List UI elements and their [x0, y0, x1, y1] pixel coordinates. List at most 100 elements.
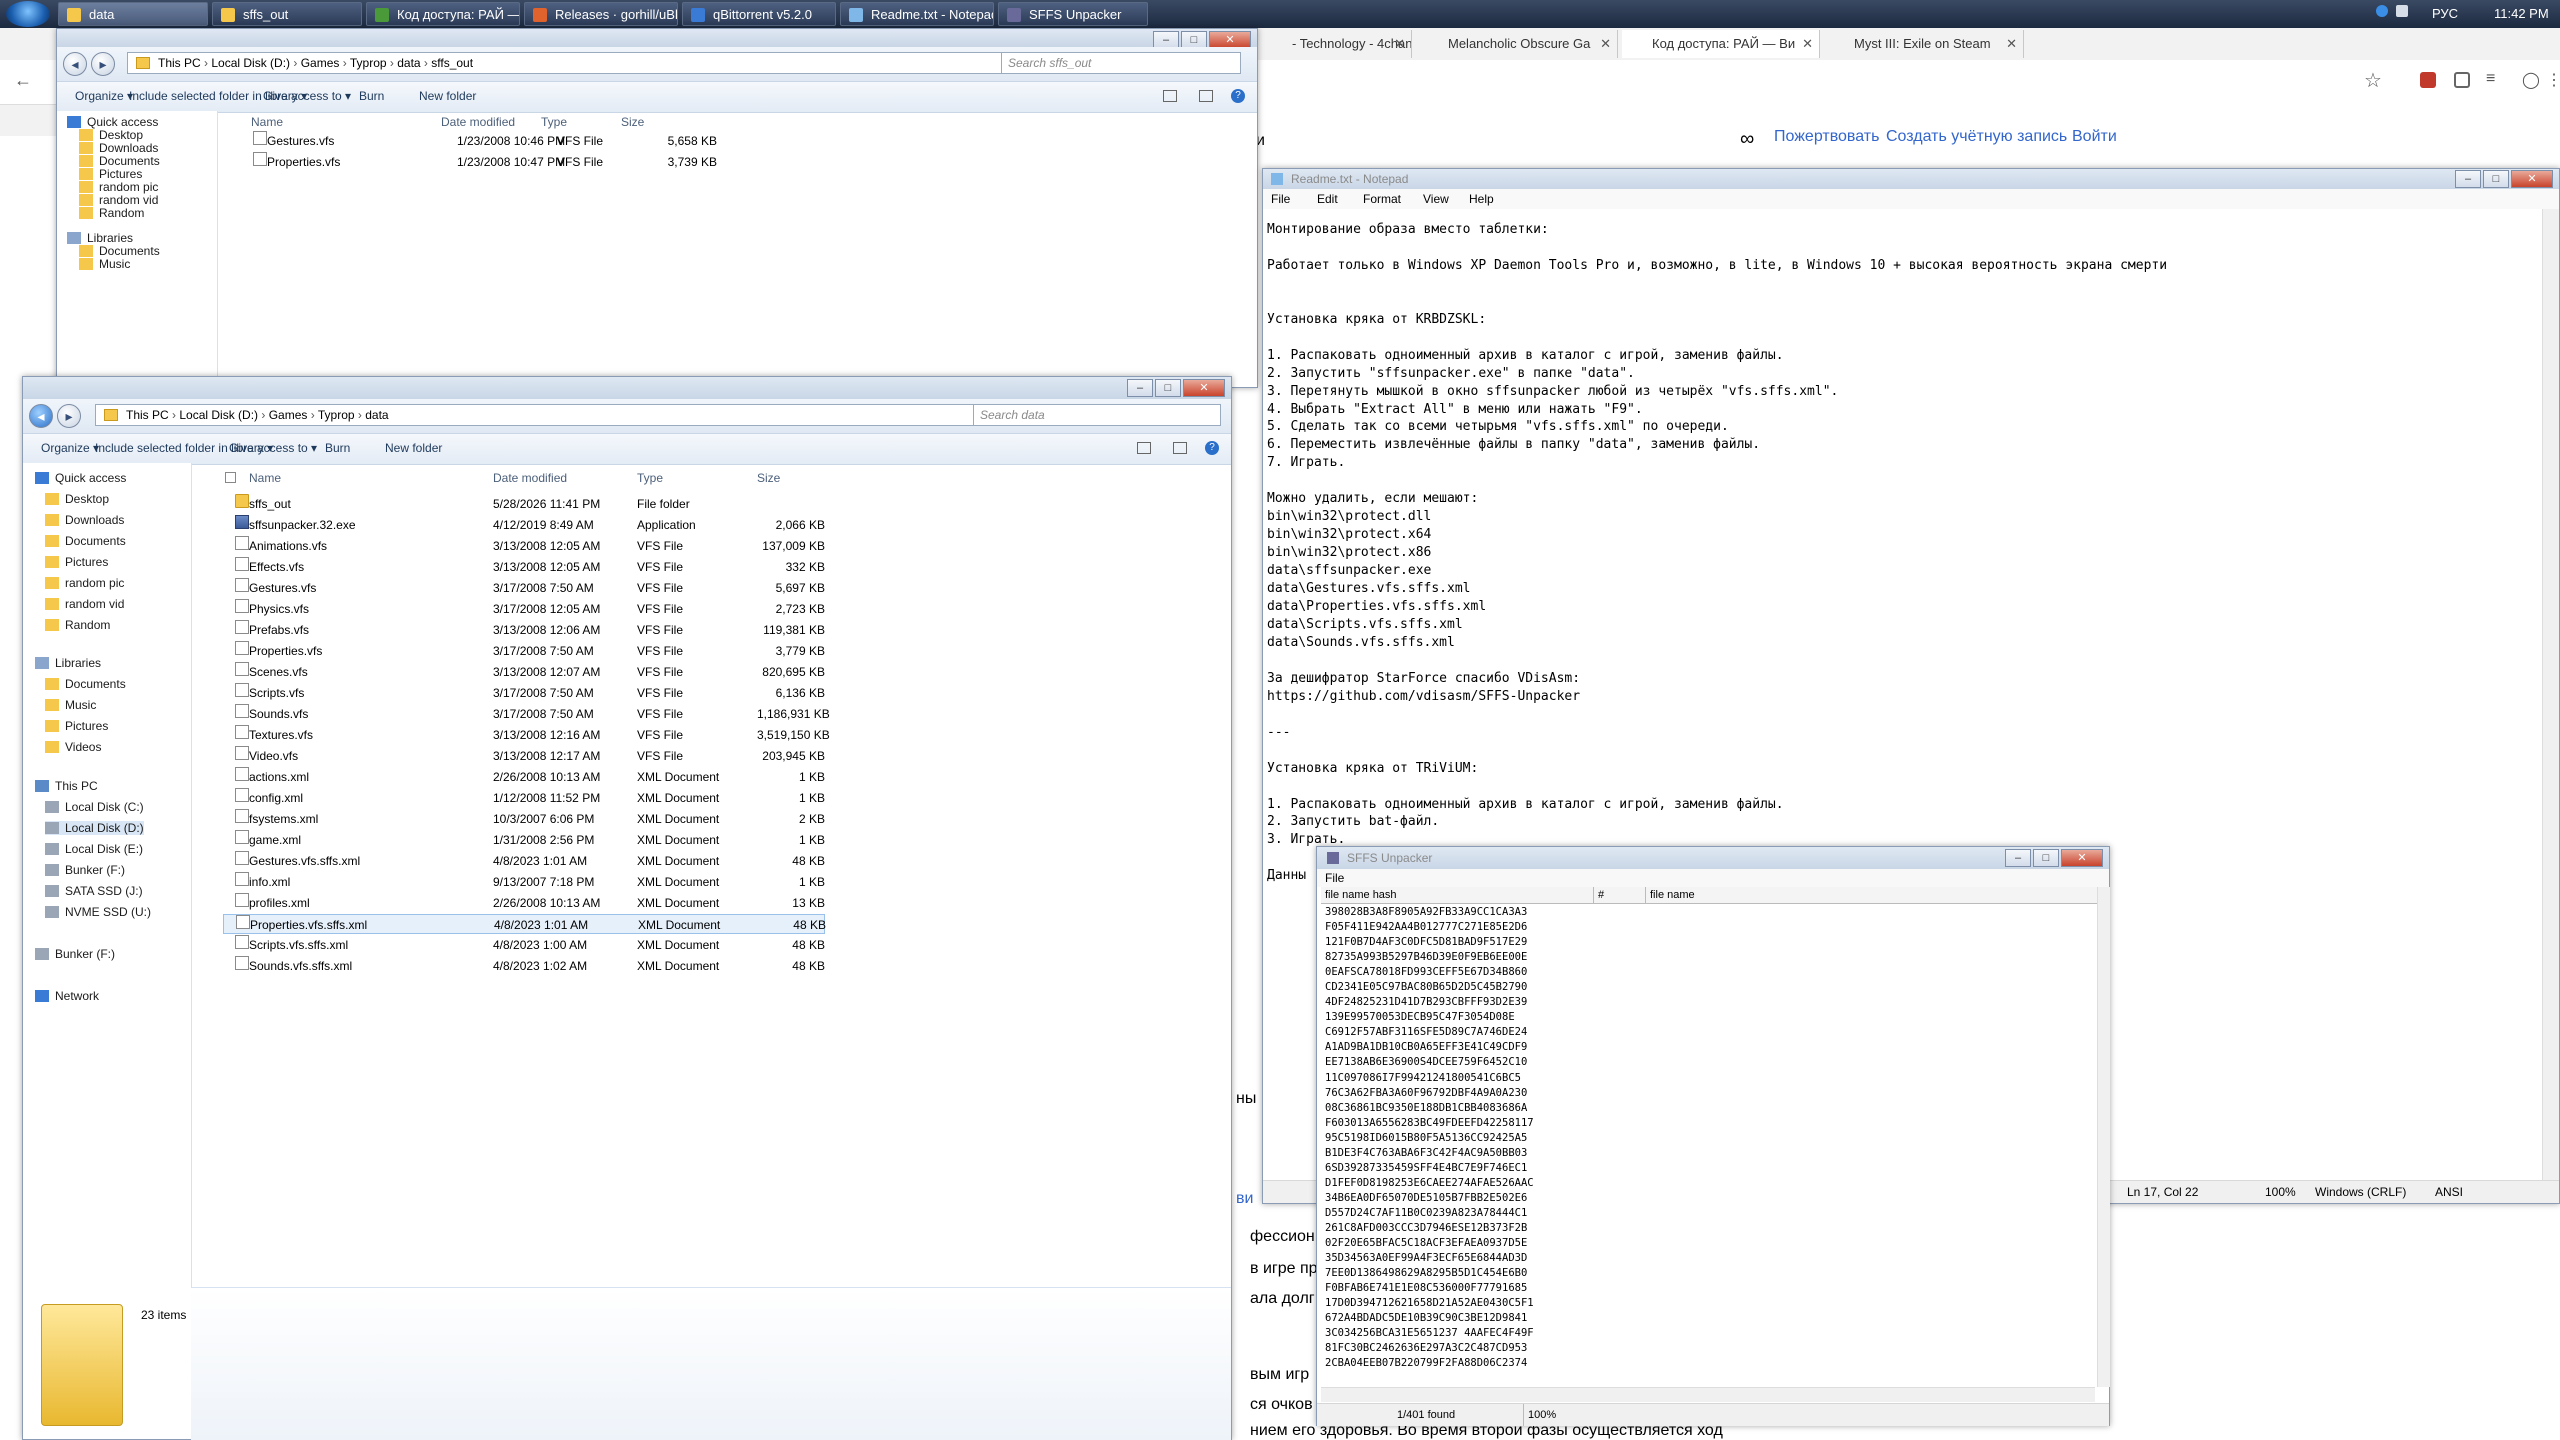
file-row[interactable]: Gestures.vfs 3/17/2008 7:50 AM VFS File 5,6… — [223, 578, 825, 598]
file-row[interactable]: Animations.vfs 3/13/2008 12:05 AM VFS File… — [223, 536, 825, 556]
column-header-file-name[interactable]: file name — [1645, 887, 1695, 903]
nav-item-bunker-f-[interactable]: Bunker (F:) — [45, 863, 125, 877]
file-row[interactable]: info.xml 9/13/2007 7:18 PM XML Document 1 K… — [223, 872, 825, 892]
column-header-date-modified[interactable]: Date modified — [441, 115, 515, 129]
breadcrumb-item[interactable]: This PC — [158, 56, 201, 70]
breadcrumb-item[interactable]: This PC — [126, 408, 169, 422]
search-input[interactable]: Search data — [973, 404, 1221, 426]
nav-item-quick-access[interactable]: Quick access — [35, 471, 126, 485]
file-row[interactable]: Physics.vfs 3/17/2008 12:05 AM VFS File 2,7… — [223, 599, 825, 619]
close-button[interactable]: ✕ — [2061, 849, 2103, 867]
file-row[interactable]: Video.vfs 3/13/2008 12:17 AM VFS File 203,9… — [223, 746, 825, 766]
nav-item-pictures[interactable]: Pictures — [79, 167, 142, 181]
nav-item-local-disk-e-[interactable]: Local Disk (E:) — [45, 842, 143, 856]
breadcrumb-item[interactable]: Games — [301, 56, 340, 70]
hash-row[interactable]: 35D34563A0EF99A4F3ECF65E6844AD3D — [1325, 1251, 1534, 1266]
taskbar-button-readmetxt[interactable]: Readme.txt - Notepad — [840, 2, 994, 26]
nav-item-network[interactable]: Network — [35, 989, 99, 1003]
nav-item-documents[interactable]: Documents — [79, 154, 160, 168]
nav-item-bunker-f-[interactable]: Bunker (F:) — [35, 947, 115, 961]
document-text[interactable]: Монтирование образа вместо таблетки: Раб… — [1267, 221, 2167, 885]
hash-row[interactable]: D557D24C7AF11B0C0239A823A78444C1 — [1325, 1206, 1534, 1221]
file-row[interactable]: Properties.vfs 1/23/2008 10:47 PM VFS File… — [237, 152, 757, 172]
hash-row[interactable]: F603013A6556283BC49FDEEFD42258117 — [1325, 1116, 1534, 1131]
browser-tab[interactable]: Myst III: Exile on Steam ✕ — [1824, 30, 2024, 58]
forward-button[interactable]: ▸ — [91, 52, 115, 76]
file-row[interactable]: Gestures.vfs 1/23/2008 10:46 PM VFS File 5,… — [237, 131, 757, 151]
vertical-scrollbar[interactable] — [2097, 887, 2110, 1387]
nav-item-music[interactable]: Music — [79, 257, 130, 271]
nav-item-quick-access[interactable]: Quick access — [67, 115, 158, 129]
column-header-name[interactable]: Name — [251, 115, 283, 129]
nav-item-libraries[interactable]: Libraries — [67, 231, 133, 245]
file-row[interactable]: Properties.vfs.sffs.xml 4/8/2023 1:01 AM X… — [223, 914, 826, 934]
command-burn[interactable]: Burn — [359, 89, 384, 103]
hash-row[interactable]: 81FC30BC2462636E297A3C2C487CD953 — [1325, 1341, 1534, 1356]
close-tab-icon[interactable]: ✕ — [1802, 30, 1813, 58]
start-button[interactable] — [6, 1, 50, 27]
hash-row[interactable]: CD2341E05C97BAC80B65D2D5C45B2790 — [1325, 980, 1534, 995]
help-icon[interactable]: ? — [1205, 441, 1219, 455]
maximize-button[interactable]: □ — [2483, 170, 2509, 188]
file-row[interactable]: Scripts.vfs.sffs.xml 4/8/2023 1:00 AM XML … — [223, 935, 825, 955]
column-header-size[interactable]: Size — [621, 115, 644, 129]
hash-row[interactable]: 34B6EA0DF65070DE5105B7FBB2E502E6 — [1325, 1191, 1534, 1206]
nav-item-documents[interactable]: Documents — [45, 677, 126, 691]
file-row[interactable]: Scenes.vfs 3/13/2008 12:07 AM VFS File 820,… — [223, 662, 825, 682]
file-row[interactable]: Textures.vfs 3/13/2008 12:16 AM VFS File 3,… — [223, 725, 830, 745]
hash-row[interactable]: 672A4BDADC5DE10B39C90C3BE12D9841 — [1325, 1311, 1534, 1326]
preview-pane-icon[interactable] — [1173, 442, 1187, 454]
address-breadcrumb[interactable]: This PC › Local Disk (D:) › Games › Typr… — [127, 52, 1031, 74]
file-row[interactable]: Sounds.vfs.sffs.xml 4/8/2023 1:02 AM XML D… — [223, 956, 825, 976]
hash-row[interactable]: 0EAFSCA78018FD993CEFF5E67D34B860 — [1325, 965, 1534, 980]
hash-row[interactable]: 4DF24825231D41D7B293CBFFF93D2E39 — [1325, 995, 1534, 1010]
nav-item-random[interactable]: Random — [79, 206, 144, 220]
column-header-date-modified[interactable]: Date modified — [493, 471, 567, 485]
search-input[interactable]: Search sffs_out — [1001, 52, 1241, 74]
file-row[interactable]: actions.xml 2/26/2008 10:13 AM XML Documen… — [223, 767, 825, 787]
hash-row[interactable]: EE7138AB6E36900S4DCEE759F6452C10 — [1325, 1055, 1534, 1070]
hash-row[interactable]: 2CBA04EEB07B220799F2FA88D06C2374 — [1325, 1356, 1534, 1371]
nav-item-random-vid[interactable]: random vid — [79, 193, 158, 207]
breadcrumb-item[interactable]: Typrop — [350, 56, 387, 70]
command-new-folder[interactable]: New folder — [419, 89, 476, 103]
column-header-hash[interactable]: file name hash — [1325, 887, 1397, 903]
hash-row[interactable]: 95C5198ID6015B80F5A5136CC92425A5 — [1325, 1131, 1534, 1146]
file-row[interactable]: Scripts.vfs 3/17/2008 7:50 AM VFS File 6,13… — [223, 683, 825, 703]
login-link[interactable]: Войти — [2072, 128, 2117, 146]
hash-row[interactable]: D1FEF0D8198253E6CAEE274AFAE526AAC — [1325, 1176, 1534, 1191]
nav-item-local-disk-d-[interactable]: Local Disk (D:) — [45, 821, 144, 835]
nav-item-nvme-ssd-u-[interactable]: NVME SSD (U:) — [45, 905, 151, 919]
file-row[interactable]: profiles.xml 2/26/2008 10:13 AM XML Docume… — [223, 893, 825, 913]
bookmark-star-icon[interactable]: ☆ — [2364, 68, 2382, 93]
hash-row[interactable]: 398028B3A8F8905A92FB33A9CC1CA3A3 — [1325, 905, 1534, 920]
close-tab-icon[interactable]: ✕ — [2006, 30, 2017, 58]
hash-list[interactable]: 398028B3A8F8905A92FB33A9CC1CA3A3 F05F411E… — [1325, 905, 1534, 1371]
menu-edit[interactable]: Edit — [1317, 189, 1338, 209]
breadcrumb-item[interactable]: Typrop — [318, 408, 355, 422]
menu-dots-icon[interactable]: ⋮ — [2546, 70, 2560, 90]
view-options-icon[interactable] — [1163, 90, 1177, 102]
volume-icon[interactable] — [2396, 5, 2408, 17]
maximize-button[interactable]: □ — [1155, 379, 1181, 397]
menu-file[interactable]: File — [1325, 869, 1344, 887]
file-row[interactable]: Sounds.vfs 3/17/2008 7:50 AM VFS File 1,186… — [223, 704, 830, 724]
file-row[interactable]: config.xml 1/12/2008 11:52 PM XML Document… — [223, 788, 825, 808]
browser-tab[interactable]: Melancholic Obscure Ga ✕ — [1418, 30, 1618, 58]
nav-item-random[interactable]: Random — [45, 618, 110, 632]
horizontal-scrollbar[interactable] — [1321, 1387, 2095, 1402]
network-icon[interactable] — [2376, 5, 2388, 17]
browser-tab[interactable]: - Technology - 4chan ✕ — [1262, 30, 1412, 58]
reading-list-icon[interactable]: ≡ — [2486, 70, 2495, 88]
menu-file[interactable]: File — [1271, 189, 1290, 209]
nav-item-desktop[interactable]: Desktop — [79, 128, 143, 142]
back-arrow-icon[interactable]: ← — [14, 70, 32, 91]
column-header-type[interactable]: Type — [637, 471, 663, 485]
donate-link[interactable]: Пожертвовать — [1774, 128, 1879, 146]
nav-item-documents[interactable]: Documents — [45, 534, 126, 548]
nav-item-libraries[interactable]: Libraries — [35, 656, 101, 670]
command-organize[interactable]: Organize ▾ — [41, 441, 99, 455]
extensions-puzzle-icon[interactable] — [2454, 72, 2470, 88]
column-header-type[interactable]: Type — [541, 115, 567, 129]
nav-item-pictures[interactable]: Pictures — [45, 555, 108, 569]
